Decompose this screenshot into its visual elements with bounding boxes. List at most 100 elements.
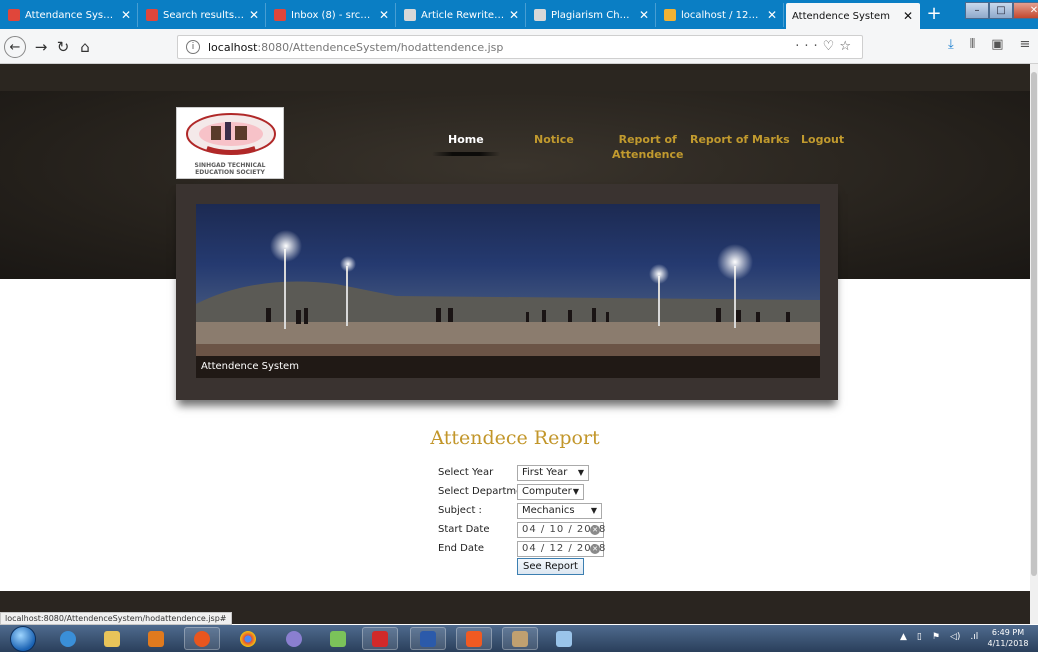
tab-label: Inbox (8) - srcdocs.cc: [291, 9, 375, 21]
status-bar-url: localhost:8080/AttendenceSystem/hodatten…: [0, 612, 232, 625]
media-player-icon[interactable]: [138, 627, 174, 650]
night-field-illustration: [196, 230, 820, 378]
nav-home[interactable]: Home: [432, 132, 500, 156]
clock-date: 4/11/2018: [987, 639, 1029, 648]
url-bar[interactable]: i localhost:8080/AttendenceSystem/hodatt…: [177, 35, 863, 59]
year-select[interactable]: First Year ▼: [517, 465, 589, 481]
subject-label: Subject :: [438, 505, 482, 516]
close-icon[interactable]: ✕: [121, 8, 131, 22]
window-controls: – □ ✕: [965, 2, 1038, 20]
signal-icon[interactable]: .ıl: [970, 632, 978, 642]
paint-icon[interactable]: [546, 627, 582, 650]
sidebar-icon[interactable]: ▣: [991, 37, 1003, 52]
start-date-input[interactable]: 04 / 10 / 2018 ✕: [517, 522, 605, 538]
see-report-button[interactable]: See Report: [517, 558, 584, 575]
phpmyadmin-icon: [664, 9, 676, 21]
tab-label: Search results - srcdoc: [163, 9, 245, 21]
close-icon[interactable]: ✕: [903, 9, 913, 23]
end-date-input[interactable]: 04 / 12 / 2018 ✕: [517, 541, 605, 557]
settings-app-icon[interactable]: [502, 627, 538, 650]
pdf-reader-icon[interactable]: [362, 627, 398, 650]
tray-arrow-icon[interactable]: ▲: [900, 632, 907, 642]
browser-navbar: ← → ↻ ⌂ i localhost:8080/AttendenceSyste…: [0, 29, 1038, 64]
forward-arrow-icon[interactable]: →: [30, 36, 52, 58]
download-icon[interactable]: ⤓: [948, 37, 954, 52]
taskbar-clock[interactable]: 6:49 PM 4/11/2018: [985, 627, 1031, 649]
minimize-icon[interactable]: –: [965, 2, 989, 19]
clear-icon[interactable]: ✕: [590, 525, 600, 535]
url-path: :8080/AttendenceSystem/hodattendence.jsp: [257, 40, 504, 54]
nav-report-of-attendence[interactable]: Report of Attendence: [612, 132, 683, 162]
nav-report-attendence-line2: Attendence: [612, 148, 684, 161]
chevron-down-icon: ▼: [590, 506, 597, 515]
select-year-label: Select Year: [438, 467, 494, 478]
close-icon[interactable]: ✕: [249, 8, 259, 22]
tray-device-icon[interactable]: ▯: [917, 632, 922, 642]
back-arrow-icon[interactable]: ←: [4, 36, 26, 58]
clock-time: 6:49 PM: [991, 628, 1025, 637]
url-host: localhost: [208, 40, 258, 54]
photos-app-icon[interactable]: [320, 627, 356, 650]
department-select-value: Computer: [522, 486, 572, 497]
tab-phpmyadmin[interactable]: localhost / 127.0.0.1 / ✕: [658, 3, 784, 27]
tab-search-results[interactable]: Search results - srcdoc ✕: [140, 3, 266, 27]
tab-attendence-system-active[interactable]: Attendence System ✕: [786, 3, 920, 29]
file-explorer-icon[interactable]: [94, 627, 130, 650]
home-icon[interactable]: ⌂: [74, 36, 96, 58]
gmail-icon: [8, 9, 20, 21]
close-window-icon[interactable]: ✕: [1013, 2, 1038, 19]
nav-report-of-marks[interactable]: Report of Marks: [690, 132, 790, 147]
close-icon[interactable]: ✕: [639, 8, 649, 22]
toolbar-icons: ⤓ ⫴ ▣ ≡: [948, 37, 1030, 52]
system-tray: ▲ ▯ ⚑ ◁) .ıl: [900, 632, 978, 642]
chrome-icon[interactable]: [230, 627, 266, 650]
new-tab-plus-icon[interactable]: +: [923, 3, 945, 25]
close-icon[interactable]: ✕: [767, 8, 777, 22]
report-title: Attendece Report: [430, 427, 600, 449]
xampp-icon[interactable]: [456, 627, 492, 650]
maximize-icon[interactable]: □: [989, 2, 1013, 19]
tab-label: Plagiarism Checker - A: [551, 9, 635, 21]
clear-icon[interactable]: ✕: [590, 544, 600, 554]
firefox-icon[interactable]: [184, 627, 220, 650]
tab-label: Attendance System W: [25, 9, 117, 21]
volume-icon[interactable]: ◁): [950, 632, 960, 642]
tab-plagiarism-checker[interactable]: Plagiarism Checker - A ✕: [528, 3, 656, 27]
start-date-label: Start Date: [438, 524, 490, 535]
nav-logout[interactable]: Logout: [801, 132, 844, 147]
word-icon[interactable]: [410, 627, 446, 650]
tab-label: localhost / 127.0.0.1 /: [681, 9, 763, 21]
reload-icon[interactable]: ↻: [52, 36, 74, 58]
scrollbar-thumb[interactable]: [1031, 72, 1037, 576]
subject-select[interactable]: Mechanics ▼: [517, 503, 602, 519]
close-icon[interactable]: ✕: [379, 8, 389, 22]
page-actions-icons[interactable]: ···♡☆: [795, 39, 856, 54]
logo-emblem-icon: [186, 113, 276, 155]
nav-notice[interactable]: Notice: [534, 132, 574, 147]
tray-flag-icon[interactable]: ⚑: [932, 632, 940, 642]
page-scrollbar[interactable]: [1030, 64, 1038, 624]
tab-label: Attendence System: [792, 10, 890, 22]
library-icon[interactable]: ⫴: [970, 37, 975, 52]
image-slider: Attendence System: [176, 184, 838, 400]
gmail-icon: [274, 9, 286, 21]
tab-article-rewriter[interactable]: Article Rewriter OR Art ✕: [398, 3, 526, 27]
subject-select-value: Mechanics: [522, 505, 575, 516]
close-icon[interactable]: ✕: [509, 8, 519, 22]
end-date-label: End Date: [438, 543, 485, 554]
campus-ground-photo: Attendence System: [196, 204, 820, 378]
page-icon: [404, 9, 416, 21]
start-button-icon[interactable]: [10, 626, 36, 652]
windows-taskbar: ▲ ▯ ⚑ ◁) .ıl 6:49 PM 4/11/2018: [0, 625, 1038, 652]
site-info-icon[interactable]: i: [186, 40, 200, 54]
menu-icon[interactable]: ≡: [1020, 37, 1031, 52]
tab-label: Article Rewriter OR Art: [421, 9, 505, 21]
chevron-down-icon: ▼: [577, 468, 584, 477]
tab-inbox[interactable]: Inbox (8) - srcdocs.cc ✕: [268, 3, 396, 27]
sinhgad-logo[interactable]: SINHGAD TECHNICAL EDUCATION SOCIETY: [176, 107, 284, 179]
tab-attendance-system-gmail[interactable]: Attendance System W ✕: [2, 3, 138, 27]
internet-explorer-icon[interactable]: [50, 627, 86, 650]
page-viewport: SINHGAD TECHNICAL EDUCATION SOCIETY Home…: [0, 64, 1030, 624]
department-select[interactable]: Computer ▼: [517, 484, 584, 500]
network-app-icon[interactable]: [276, 627, 312, 650]
